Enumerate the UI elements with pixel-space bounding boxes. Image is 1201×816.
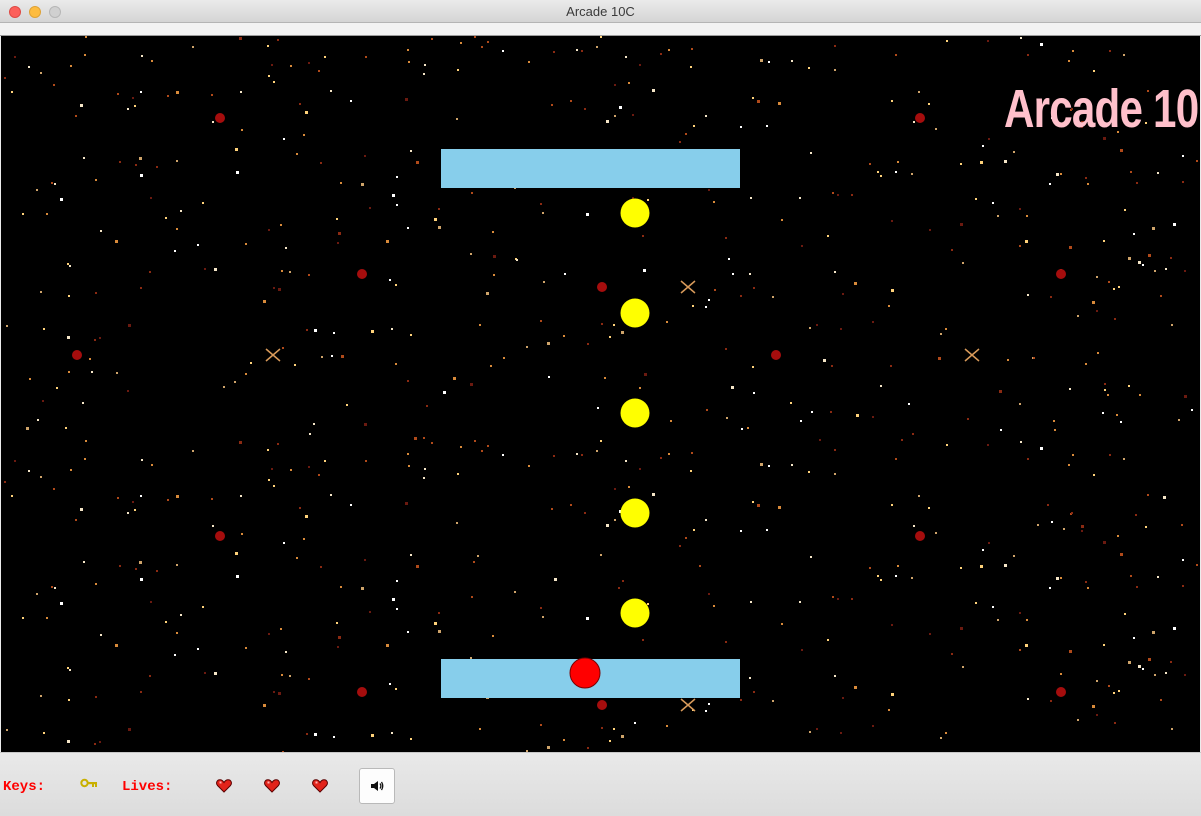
heart-icon (216, 779, 232, 798)
coin (620, 298, 650, 328)
keys-label: Keys: (3, 779, 46, 795)
sound-toggle-button[interactable] (359, 768, 395, 804)
heart-icon (312, 779, 328, 798)
coin (620, 398, 650, 428)
coin (620, 498, 650, 528)
game-canvas[interactable]: Arcade 10C (1, 36, 1200, 752)
top-platform (441, 149, 740, 188)
window-titlebar: Arcade 10C (0, 0, 1201, 23)
heart-icon (264, 779, 280, 798)
lives-label: Lives: (122, 779, 173, 795)
key-icon (80, 777, 98, 796)
coin (620, 198, 650, 228)
window-title: Arcade 10C (566, 4, 635, 19)
player-ball (569, 657, 601, 689)
toolbar-strip (0, 23, 1201, 36)
status-bar: Keys: Lives: (0, 752, 1201, 816)
coin (620, 598, 650, 628)
game-logo: Arcade 10C (1004, 79, 1200, 139)
game-scene (441, 149, 740, 698)
speaker-icon (371, 781, 384, 791)
